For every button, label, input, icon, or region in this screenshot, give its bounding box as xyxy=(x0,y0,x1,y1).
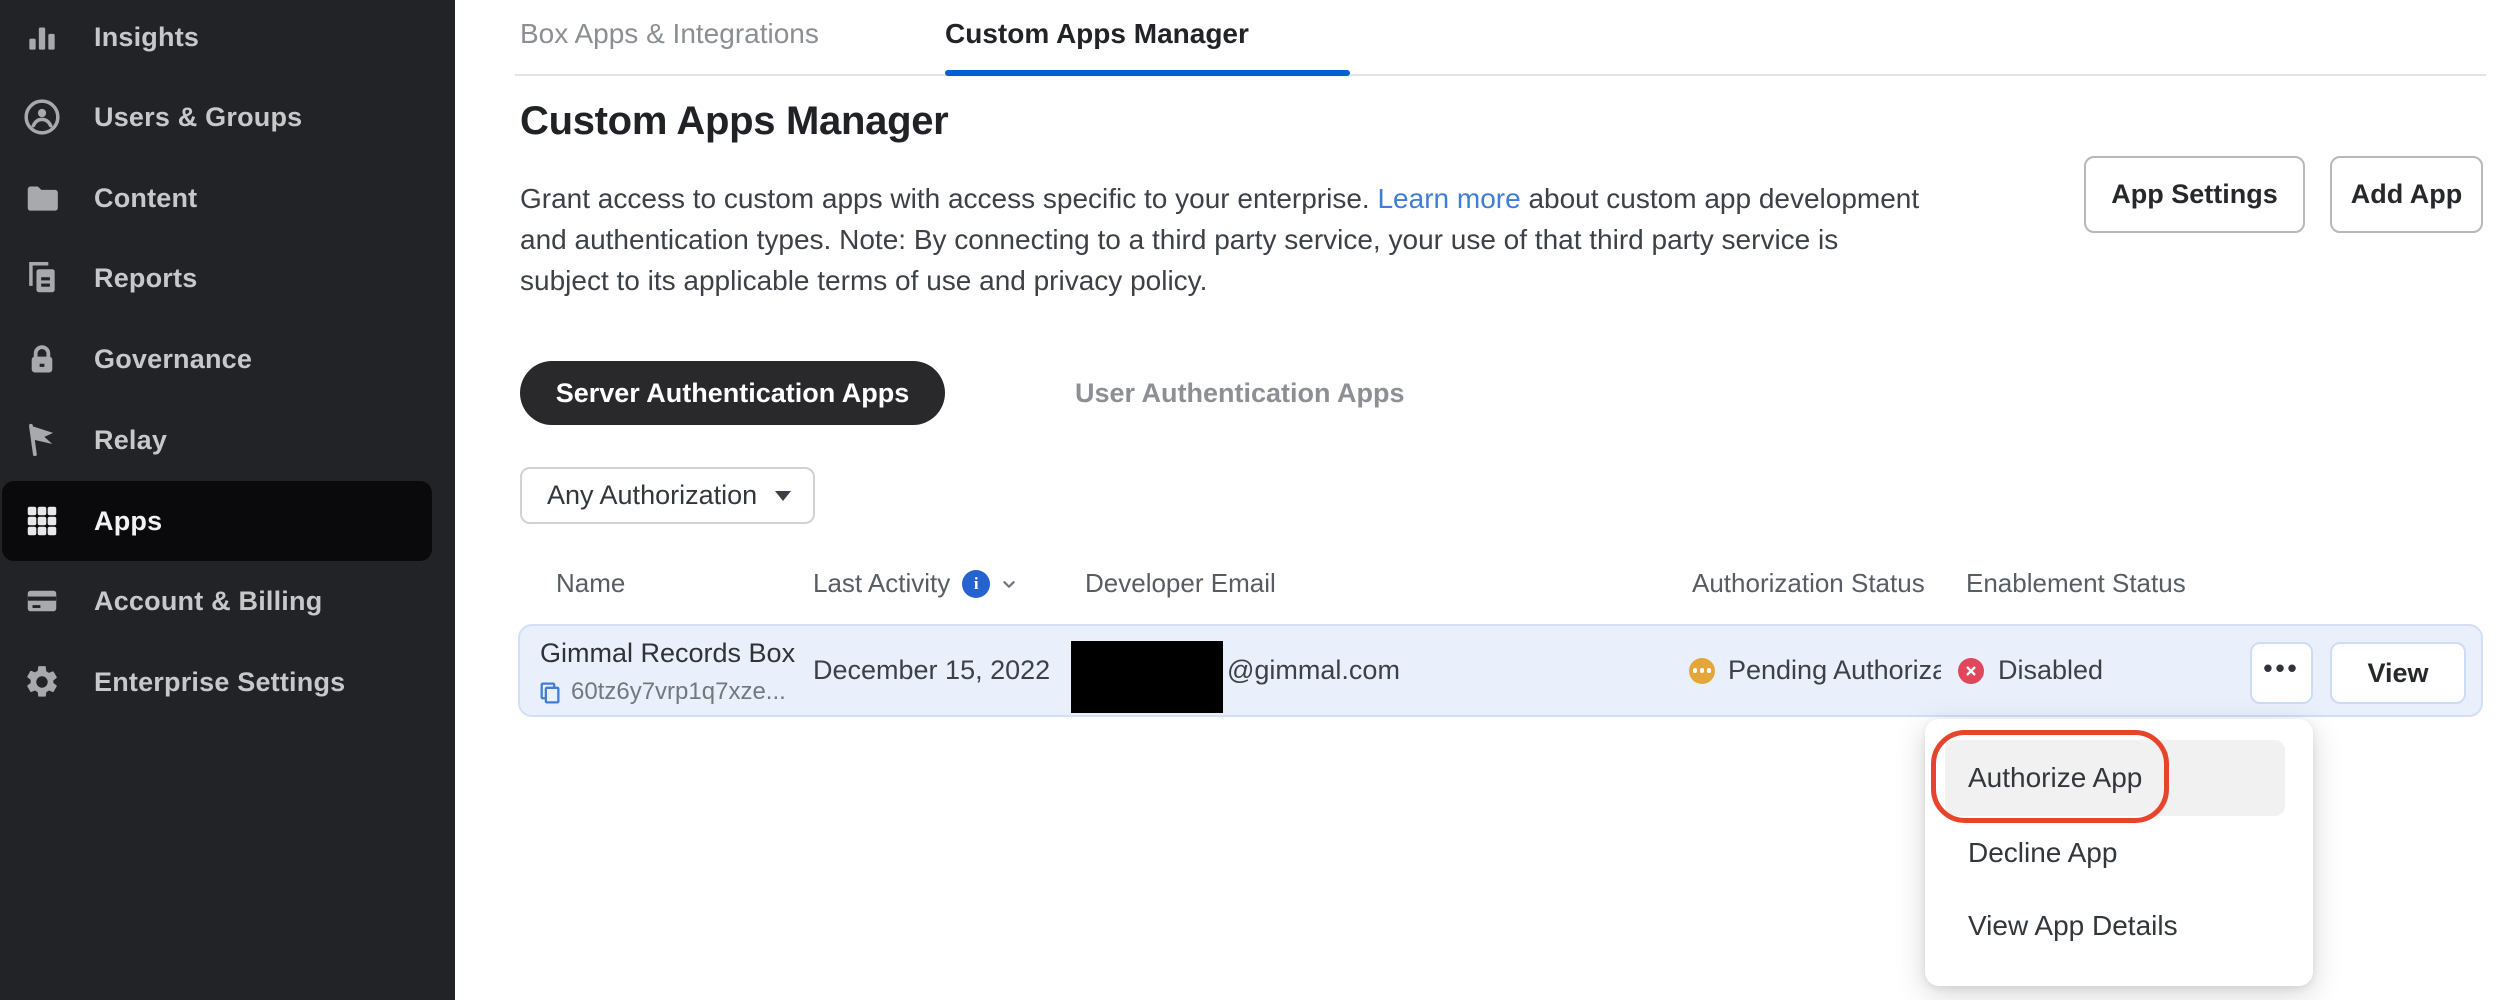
users-groups-icon xyxy=(23,98,61,136)
app-id[interactable]: 60tz6y7vrp1q7xze... xyxy=(537,678,786,706)
authorization-filter-dropdown[interactable]: Any Authorization xyxy=(520,467,815,524)
description-text: Grant access to custom apps with access … xyxy=(520,183,1377,214)
sort-chevron-down-icon[interactable] xyxy=(998,573,1020,595)
disabled-status-icon xyxy=(1958,658,1984,684)
relay-flag-icon xyxy=(23,421,61,459)
sidebar-item-content[interactable]: Content xyxy=(2,158,432,238)
sidebar-item-label: Reports xyxy=(94,263,197,294)
sidebar-item-enterprise-settings[interactable]: Enterprise Settings xyxy=(2,642,432,722)
sidebar-item-apps[interactable]: Apps xyxy=(2,481,432,561)
sidebar-item-reports[interactable]: Reports xyxy=(2,238,432,318)
sidebar-item-label: Account & Billing xyxy=(94,586,322,617)
page-description: Grant access to custom apps with access … xyxy=(520,178,1919,301)
tabs-divider xyxy=(515,74,2486,76)
menu-item-view-app-details[interactable]: View App Details xyxy=(1945,894,2285,958)
credit-card-icon xyxy=(23,582,61,620)
info-icon[interactable]: i xyxy=(962,570,990,598)
gear-icon xyxy=(23,663,61,701)
insights-icon xyxy=(23,18,61,56)
sidebar-item-label: Apps xyxy=(94,506,162,537)
app-settings-button[interactable]: App Settings xyxy=(2084,156,2305,233)
column-header-enablement-status: Enablement Status xyxy=(1966,568,2186,599)
sidebar-item-users-groups[interactable]: Users & Groups xyxy=(2,77,432,157)
sidebar-item-label: Insights xyxy=(94,22,199,53)
enablement-status-value: Disabled xyxy=(1998,655,2103,686)
copy-icon[interactable] xyxy=(537,680,562,705)
sidebar-item-insights[interactable]: Insights xyxy=(2,0,432,77)
folder-icon xyxy=(23,179,61,217)
tab-user-authentication-apps[interactable]: User Authentication Apps xyxy=(1075,361,1405,425)
tab-custom-apps-manager[interactable]: Custom Apps Manager xyxy=(945,18,1249,50)
menu-item-decline-app[interactable]: Decline App xyxy=(1945,822,2285,884)
app-id-text: 60tz6y7vrp1q7xze... xyxy=(571,678,786,706)
tab-box-apps-integrations[interactable]: Box Apps & Integrations xyxy=(520,18,819,50)
column-header-last-activity[interactable]: Last Activity i xyxy=(813,568,1020,599)
sidebar-item-relay[interactable]: Relay xyxy=(2,400,432,480)
lock-icon xyxy=(23,340,61,378)
view-button[interactable]: View xyxy=(2330,642,2466,704)
sidebar-item-label: Content xyxy=(94,183,197,214)
pending-status-icon xyxy=(1689,658,1715,684)
description-line-1: Grant access to custom apps with access … xyxy=(520,178,1919,219)
authorization-filter-value: Any Authorization xyxy=(547,480,757,511)
sidebar-item-label: Governance xyxy=(94,344,252,375)
ellipsis-icon: ••• xyxy=(2263,655,2299,681)
caret-down-icon xyxy=(775,491,791,501)
reports-icon xyxy=(23,259,61,297)
column-header-authorization-status: Authorization Status xyxy=(1692,568,1925,599)
active-tab-underline xyxy=(945,70,1350,76)
sidebar-item-governance[interactable]: Governance xyxy=(2,319,432,399)
last-activity-value: December 15, 2022 xyxy=(813,655,1050,686)
enablement-status-cell: Disabled xyxy=(1958,624,2103,717)
apps-grid-icon xyxy=(23,502,61,540)
authorization-status-value: Pending Authorization xyxy=(1728,655,1941,686)
tab-server-authentication-apps[interactable]: Server Authentication Apps xyxy=(520,361,945,425)
description-line-2: and authentication types. Note: By conne… xyxy=(520,219,1919,260)
sidebar: Insights Users & Groups Content Reports xyxy=(0,0,455,1000)
authorization-status-cell: Pending Authorization xyxy=(1689,624,1941,717)
last-activity-cell: December 15, 2022 xyxy=(813,624,1050,717)
description-text: about custom app development xyxy=(1521,183,1919,214)
email-domain: @gimmal.com xyxy=(1227,655,1400,686)
more-actions-button[interactable]: ••• xyxy=(2250,642,2313,704)
learn-more-link[interactable]: Learn more xyxy=(1377,183,1520,214)
description-line-3: subject to its applicable terms of use a… xyxy=(520,260,1919,301)
column-header-name: Name xyxy=(556,568,625,599)
developer-email-cell: @gimmal.com xyxy=(1227,624,1400,717)
sidebar-item-label: Enterprise Settings xyxy=(94,667,345,698)
menu-item-authorize-app[interactable]: Authorize App xyxy=(1945,740,2285,816)
add-app-button[interactable]: Add App xyxy=(2330,156,2483,233)
app-name: Gimmal Records Box xyxy=(540,638,795,669)
custom-apps-manager-page: Insights Users & Groups Content Reports xyxy=(0,0,2506,1000)
sidebar-item-label: Users & Groups xyxy=(94,102,302,133)
column-header-label: Last Activity xyxy=(813,568,950,599)
sidebar-item-account-billing[interactable]: Account & Billing xyxy=(2,561,432,641)
redaction-box xyxy=(1071,641,1223,713)
column-header-developer-email: Developer Email xyxy=(1085,568,1276,599)
info-glyph: i xyxy=(974,574,979,594)
sidebar-item-label: Relay xyxy=(94,425,167,456)
page-title: Custom Apps Manager xyxy=(520,99,948,144)
